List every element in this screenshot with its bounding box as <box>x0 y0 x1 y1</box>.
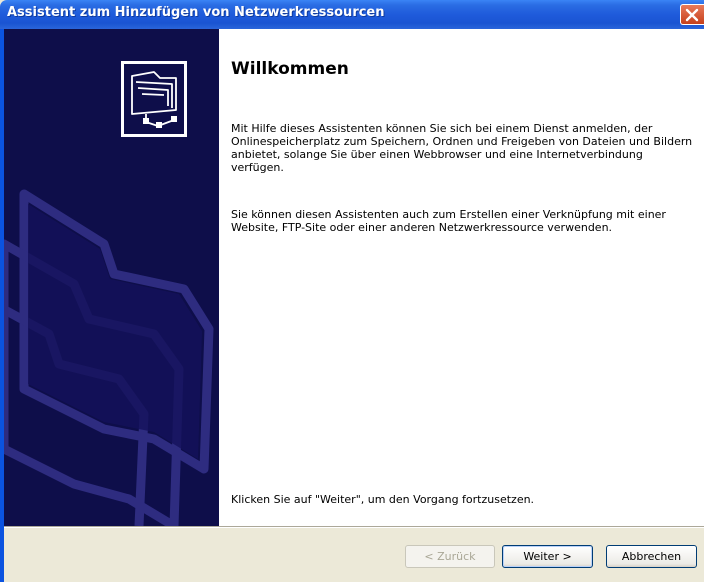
wizard-sidebar <box>4 29 219 526</box>
shortcut-paragraph: Sie können diesen Assistenten auch zum E… <box>231 208 666 234</box>
next-button[interactable]: Weiter > <box>502 545 593 568</box>
close-button[interactable] <box>680 4 704 25</box>
intro-paragraph: Mit Hilfe dieses Assistenten können Sie … <box>231 122 693 174</box>
cancel-button[interactable]: Abbrechen <box>606 545 697 568</box>
back-button[interactable]: < Zurück <box>405 545 495 568</box>
wizard-content: Willkommen Mit Hilfe dieses Assistenten … <box>219 29 704 526</box>
button-separator <box>4 526 704 528</box>
page-title: Willkommen <box>231 59 349 79</box>
title-bar[interactable]: Assistent zum Hinzufügen von Netzwerkres… <box>0 0 704 29</box>
continue-hint: Klicken Sie auf "Weiter", um den Vorgang… <box>231 493 535 506</box>
close-icon <box>685 8 699 22</box>
network-folder-icon <box>121 61 187 137</box>
window-title: Assistent zum Hinzufügen von Netzwerkres… <box>7 5 385 20</box>
